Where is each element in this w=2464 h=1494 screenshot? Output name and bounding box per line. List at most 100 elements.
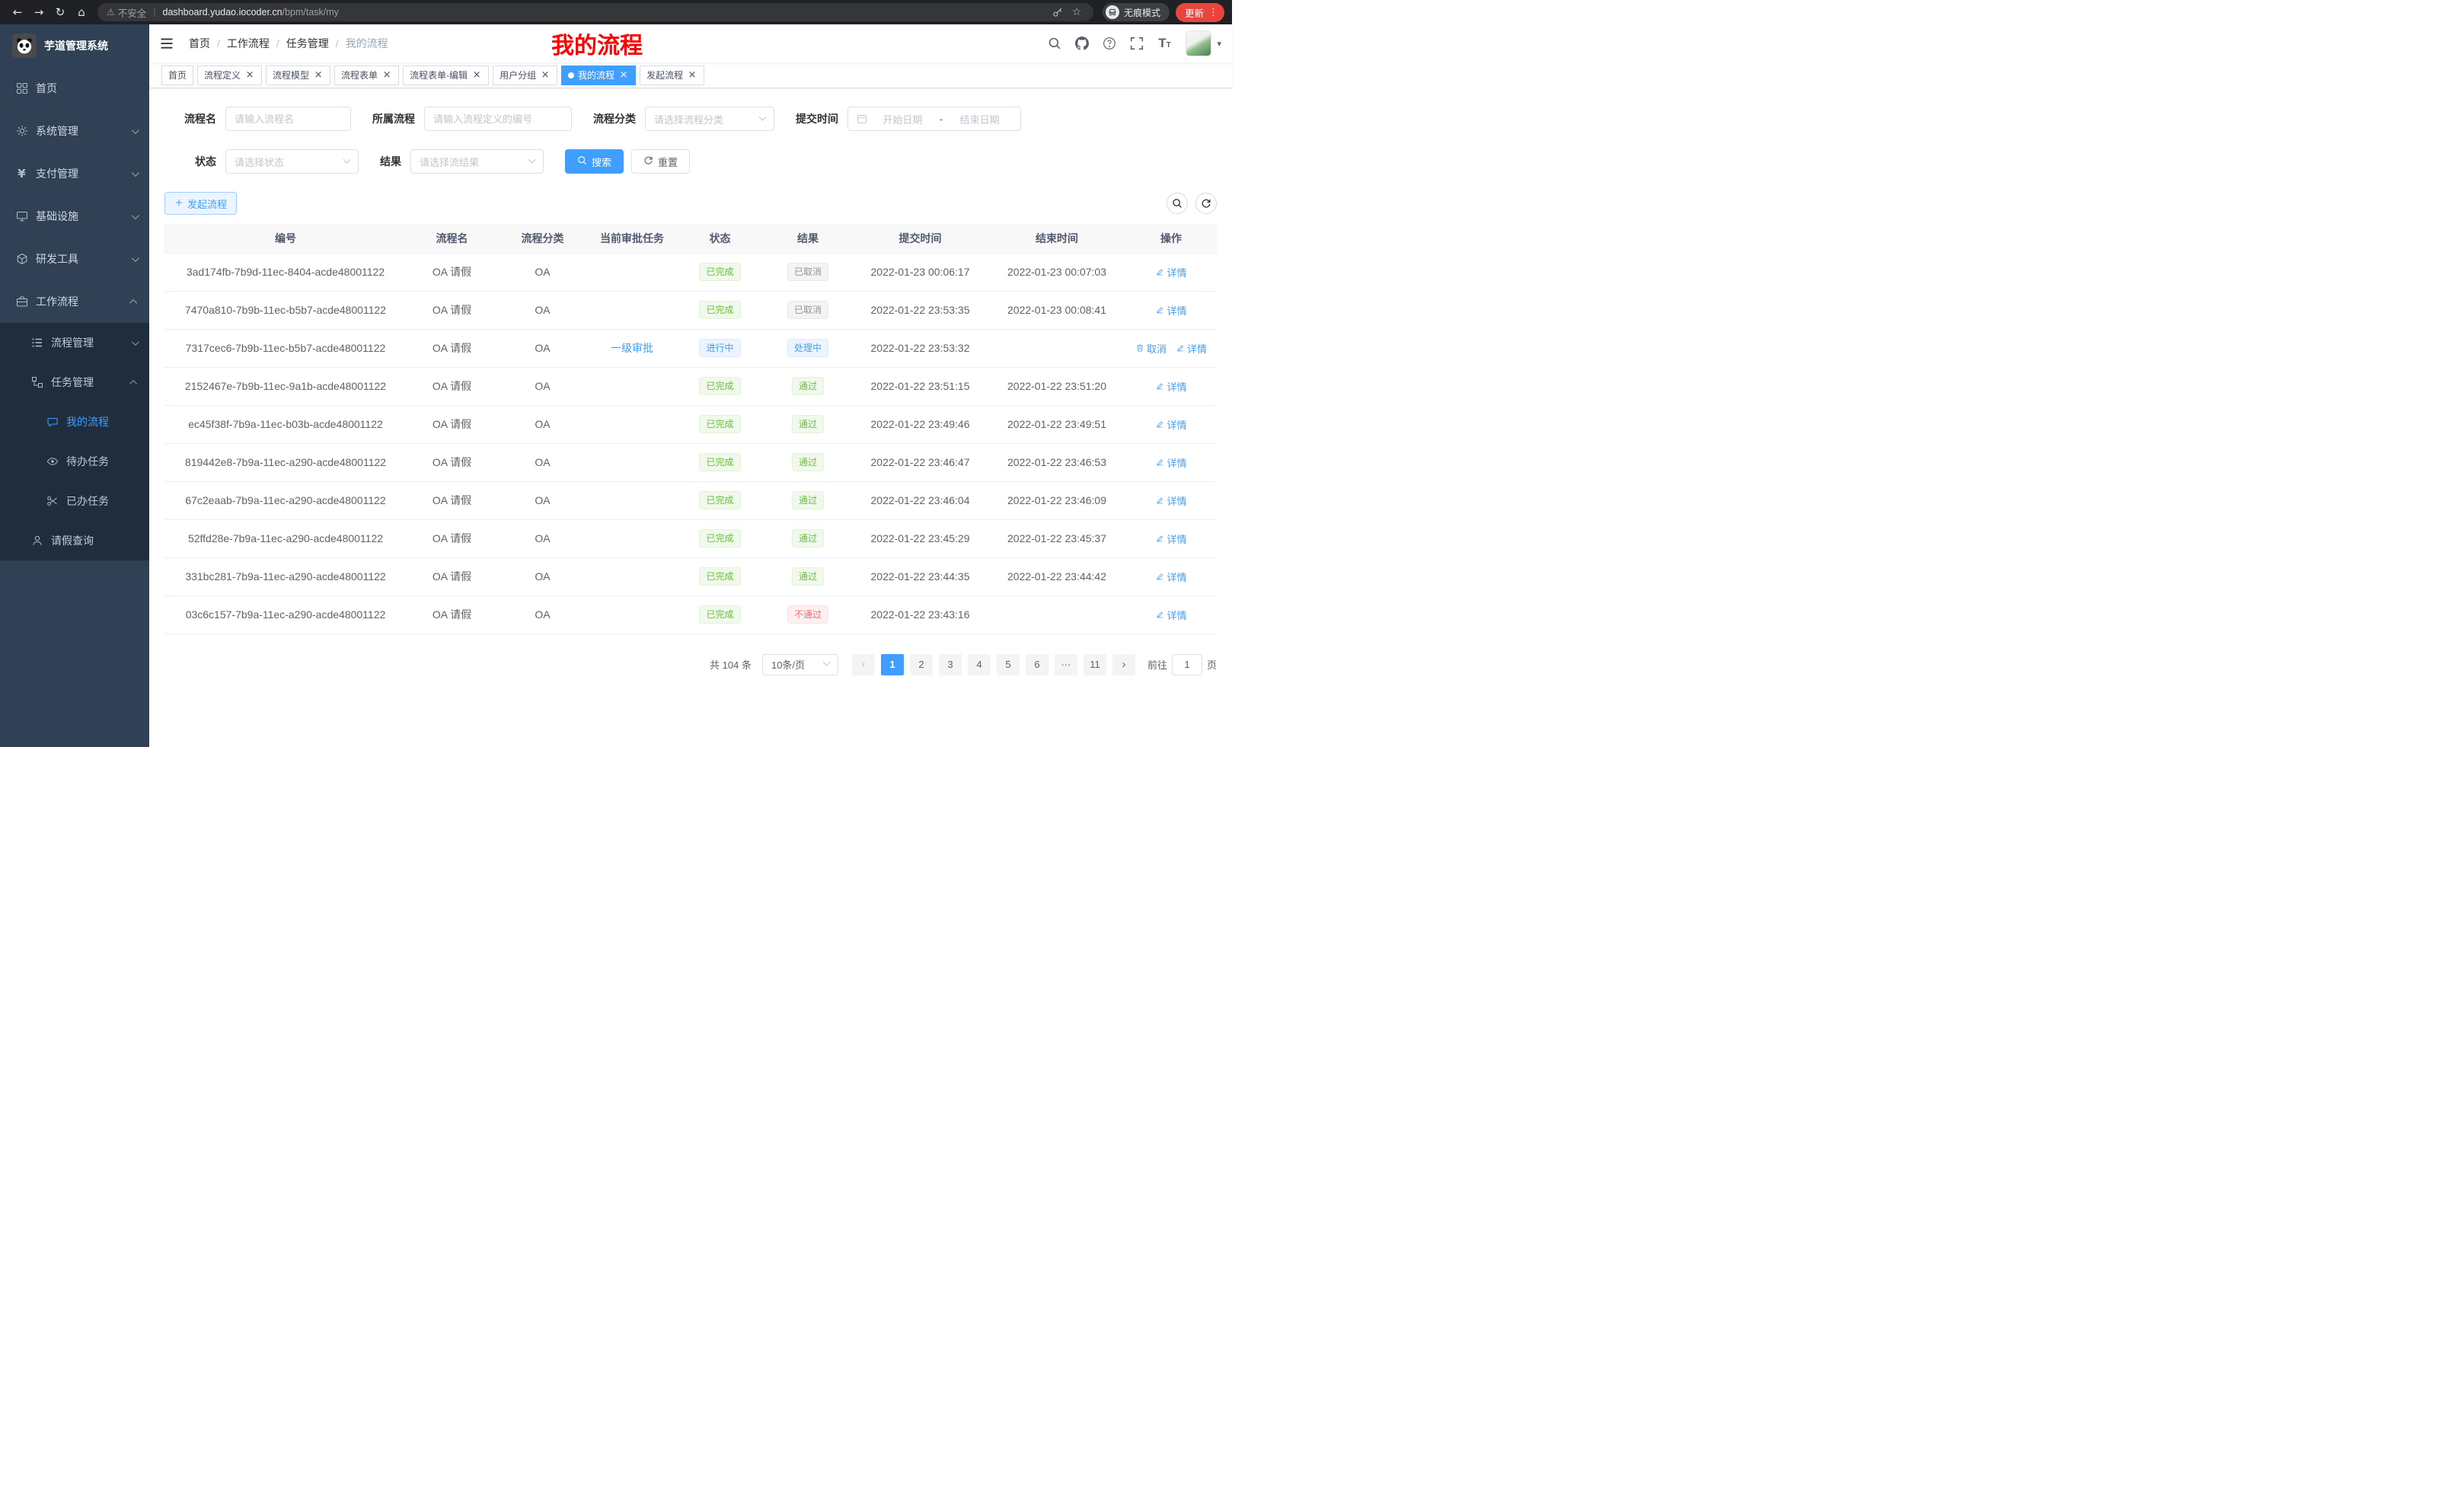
page-button-5[interactable]: 5 bbox=[997, 654, 1020, 675]
page-button-1[interactable]: 1 bbox=[881, 654, 904, 675]
star-icon[interactable]: ☆ bbox=[1069, 5, 1084, 20]
reset-button[interactable]: 重置 bbox=[631, 149, 690, 174]
url-text: dashboard.yudao.iocoder.cn/bpm/task/my bbox=[163, 7, 1046, 18]
detail-link[interactable]: 详情 bbox=[1155, 303, 1186, 318]
key-icon[interactable] bbox=[1050, 5, 1065, 20]
search-button[interactable]: 搜索 bbox=[565, 149, 624, 174]
tab-1[interactable]: 流程定义× bbox=[197, 65, 262, 85]
tab-2[interactable]: 流程模型× bbox=[266, 65, 330, 85]
result-select[interactable]: 请选择流结果 bbox=[410, 149, 544, 174]
update-button[interactable]: 更新 ⋮ bbox=[1176, 3, 1224, 22]
filter-label: 结果 bbox=[380, 154, 401, 169]
prev-page-button[interactable]: ‹ bbox=[852, 654, 875, 675]
edit-icon bbox=[1155, 305, 1164, 314]
close-icon[interactable]: × bbox=[687, 70, 697, 81]
pager-ellipsis[interactable]: ··· bbox=[1055, 654, 1077, 675]
detail-link[interactable]: 详情 bbox=[1155, 493, 1186, 508]
back-button[interactable]: ← bbox=[8, 2, 27, 22]
page-button-6[interactable]: 6 bbox=[1026, 654, 1048, 675]
detail-link[interactable]: 详情 bbox=[1176, 341, 1207, 356]
detail-link[interactable]: 详情 bbox=[1155, 417, 1186, 432]
sidebar-item-0[interactable]: 首页 bbox=[0, 67, 149, 110]
category-select[interactable]: 请选择流程分类 bbox=[645, 107, 774, 131]
close-icon[interactable]: × bbox=[244, 70, 255, 81]
filter-category: 流程分类 请选择流程分类 bbox=[593, 107, 774, 131]
question-icon[interactable] bbox=[1097, 30, 1122, 56]
sidebar-item-5[interactable]: 工作流程 bbox=[0, 280, 149, 323]
edit-icon bbox=[1155, 572, 1164, 581]
caret-down-icon[interactable]: ▾ bbox=[1217, 40, 1221, 48]
detail-link[interactable]: 详情 bbox=[1155, 455, 1186, 470]
close-icon[interactable]: × bbox=[618, 70, 629, 81]
start-date[interactable]: 开始日期 bbox=[870, 112, 935, 126]
tab-5[interactable]: 用户分组× bbox=[493, 65, 557, 85]
forward-button[interactable]: → bbox=[29, 2, 49, 22]
breadcrumb-item-1[interactable]: 工作流程 bbox=[227, 36, 270, 51]
detail-link[interactable]: 详情 bbox=[1155, 532, 1186, 546]
close-icon[interactable]: × bbox=[471, 70, 482, 81]
table-header-row: 编号流程名流程分类当前审批任务状态结果提交时间结束时间操作 bbox=[164, 224, 1217, 253]
tab-3[interactable]: 流程表单× bbox=[334, 65, 399, 85]
close-icon[interactable]: × bbox=[381, 70, 392, 81]
chevron-up-icon bbox=[129, 379, 137, 387]
sidebar-item-11[interactable]: 请假查询 bbox=[0, 521, 149, 560]
sidebar-item-4[interactable]: 研发工具 bbox=[0, 238, 149, 280]
page-size-select[interactable]: 10条/页 bbox=[762, 654, 838, 675]
security-status[interactable]: ⚠ 不安全 bbox=[107, 5, 146, 20]
breadcrumb-item-0[interactable]: 首页 bbox=[189, 36, 210, 51]
page-button-4[interactable]: 4 bbox=[968, 654, 991, 675]
close-icon[interactable]: × bbox=[313, 70, 324, 81]
menu-dots-icon[interactable]: ⋮ bbox=[1208, 8, 1218, 18]
jump-page-input[interactable] bbox=[1172, 654, 1202, 675]
breadcrumb-separator: / bbox=[217, 37, 220, 49]
detail-link[interactable]: 详情 bbox=[1155, 379, 1186, 394]
sidebar-item-6[interactable]: 流程管理 bbox=[0, 323, 149, 362]
detail-link[interactable]: 详情 bbox=[1155, 608, 1186, 622]
tab-7[interactable]: 发起流程× bbox=[640, 65, 704, 85]
breadcrumb-item-2[interactable]: 任务管理 bbox=[286, 36, 329, 51]
date-range-picker[interactable]: 开始日期 - 结束日期 bbox=[847, 107, 1021, 131]
sidebar-item-8[interactable]: 我的流程 bbox=[0, 402, 149, 442]
update-label: 更新 bbox=[1185, 5, 1204, 20]
fontsize-icon[interactable]: TT bbox=[1152, 30, 1176, 56]
close-icon[interactable]: × bbox=[540, 70, 551, 81]
address-bar[interactable]: ⚠ 不安全 | dashboard.yudao.iocoder.cn/bpm/t… bbox=[97, 3, 1093, 21]
tab-6[interactable]: 我的流程× bbox=[561, 65, 636, 85]
sidebar-item-1[interactable]: 系统管理 bbox=[0, 110, 149, 152]
sidebar-item-10[interactable]: 已办任务 bbox=[0, 481, 149, 521]
reload-button[interactable]: ↻ bbox=[50, 2, 70, 22]
detail-link[interactable]: 详情 bbox=[1155, 570, 1186, 584]
page-button-2[interactable]: 2 bbox=[910, 654, 933, 675]
sidebar-item-9[interactable]: 待办任务 bbox=[0, 442, 149, 481]
page-button-11[interactable]: 11 bbox=[1084, 654, 1106, 675]
filter-submit-time: 提交时间 开始日期 - 结束日期 bbox=[796, 107, 1021, 131]
cell-end-time: 2022-01-22 23:46:53 bbox=[988, 443, 1125, 481]
process-name-input[interactable] bbox=[235, 113, 342, 125]
next-page-button[interactable]: › bbox=[1112, 654, 1135, 675]
status-select[interactable]: 请选择状态 bbox=[225, 149, 359, 174]
cancel-link[interactable]: 取消 bbox=[1135, 341, 1167, 356]
hamburger-icon[interactable] bbox=[149, 24, 184, 62]
sidebar-item-2[interactable]: ¥支付管理 bbox=[0, 152, 149, 195]
sidebar: 芋道管理系统 首页系统管理¥支付管理基础设施研发工具工作流程流程管理任务管理我的… bbox=[0, 24, 149, 747]
sidebar-item-3[interactable]: 基础设施 bbox=[0, 195, 149, 238]
filter-label: 流程分类 bbox=[593, 111, 636, 126]
end-date[interactable]: 结束日期 bbox=[947, 112, 1012, 126]
home-button[interactable]: ⌂ bbox=[72, 2, 91, 22]
process-definition-input[interactable] bbox=[433, 113, 563, 125]
search-icon[interactable] bbox=[1042, 30, 1067, 56]
github-icon[interactable] bbox=[1070, 30, 1094, 56]
sidebar-item-7[interactable]: 任务管理 bbox=[0, 362, 149, 402]
tab-0[interactable]: 首页 bbox=[161, 65, 193, 85]
tab-4[interactable]: 流程表单-编辑× bbox=[403, 65, 489, 85]
detail-link[interactable]: 详情 bbox=[1155, 265, 1186, 279]
create-process-button[interactable]: 发起流程 bbox=[164, 192, 237, 215]
security-label: 不安全 bbox=[118, 5, 147, 20]
app-logo[interactable]: 芋道管理系统 bbox=[0, 24, 149, 67]
refresh-table-button[interactable] bbox=[1195, 193, 1217, 214]
task-link[interactable]: 一级审批 bbox=[611, 342, 653, 354]
page-button-3[interactable]: 3 bbox=[939, 654, 962, 675]
fullscreen-icon[interactable] bbox=[1125, 30, 1149, 56]
avatar[interactable] bbox=[1186, 30, 1211, 56]
toggle-search-button[interactable] bbox=[1167, 193, 1188, 214]
